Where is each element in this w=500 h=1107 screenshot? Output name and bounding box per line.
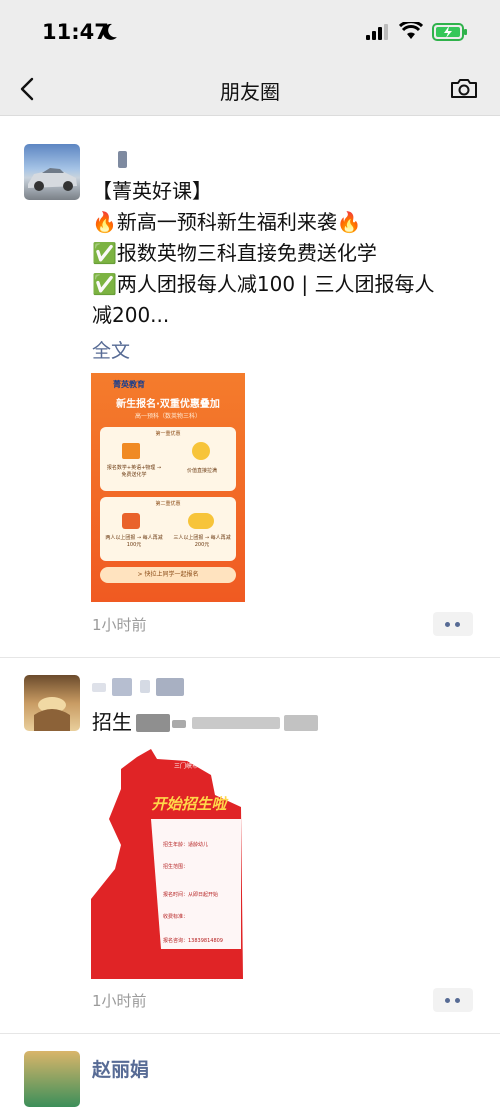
moon-icon	[102, 23, 117, 40]
user-name[interactable]: 赵丽娟	[92, 1055, 149, 1082]
camera-icon[interactable]	[450, 76, 478, 100]
signal-icon	[366, 24, 388, 40]
battery-charging-icon	[432, 23, 467, 41]
avatar[interactable]	[24, 1051, 80, 1107]
page-title: 朋友圈	[220, 80, 280, 104]
moments-feed: 【菁英好课】 🔥新高一预科新生福利来袭🔥 ✅报数英物三科直接免费送化学 ✅两人团…	[0, 117, 500, 1107]
status-time: 11:47	[42, 20, 109, 44]
wifi-icon	[399, 22, 423, 39]
nav-bar: 朋友圈	[0, 62, 500, 116]
moment-post: 赵丽娟	[0, 117, 500, 1107]
status-bar: 11:47	[0, 0, 500, 62]
